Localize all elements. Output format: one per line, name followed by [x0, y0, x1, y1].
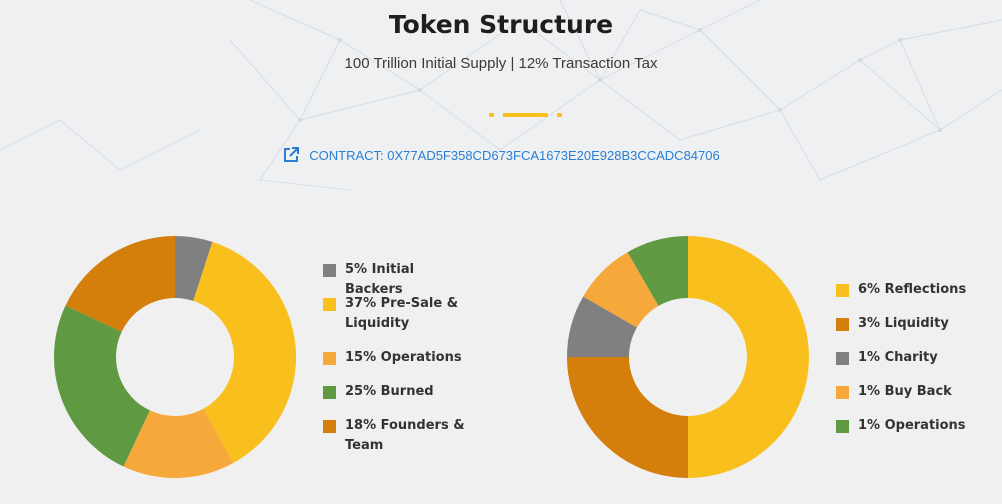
legend-item: 1% Operations — [836, 418, 966, 436]
legend-swatch — [836, 318, 849, 331]
legend-item: 1% Buy Back — [836, 384, 952, 402]
donut-slice-1 — [688, 236, 809, 478]
legend-swatch — [323, 352, 336, 365]
page-title: Token Structure — [388, 10, 614, 39]
divider-dot-left — [489, 113, 494, 117]
legend-label: 18% Founders & Team — [345, 418, 465, 453]
legend-label: 1% Charity — [858, 350, 938, 365]
legend-swatch — [836, 284, 849, 297]
legend-label: 6% Reflections — [858, 282, 967, 297]
token-distribution-donut — [54, 236, 296, 478]
legend-label: 15% Operations — [345, 350, 462, 365]
divider-bar — [503, 113, 548, 117]
legend-label: 1% Buy Back — [858, 384, 952, 399]
contract-address: CONTRACT: 0X77AD5F358CD673FCA1673E20E928… — [309, 147, 720, 163]
legend-swatch — [323, 386, 336, 399]
legend-item: 25% Burned — [323, 384, 434, 402]
legend-swatch — [836, 352, 849, 365]
divider-dot-right — [557, 113, 562, 117]
legend-label: 37% Pre-Sale & Liquidity — [345, 296, 459, 331]
external-link-icon — [284, 147, 300, 162]
legend-item: 18% Founders & Team — [323, 418, 475, 456]
legend-swatch — [323, 264, 336, 277]
legend-item: 1% Charity — [836, 350, 938, 368]
donut-slice-2 — [567, 357, 688, 478]
legend-item: 3% Liquidity — [836, 316, 949, 334]
legend-item: 37% Pre-Sale & Liquidity — [323, 296, 475, 334]
legend-swatch — [836, 420, 849, 433]
legend-label: 3% Liquidity — [858, 316, 949, 331]
legend-swatch — [323, 420, 336, 433]
legend-item: 6% Reflections — [836, 282, 966, 300]
legend-swatch — [836, 386, 849, 399]
contract-link[interactable]: CONTRACT: 0X77AD5F358CD673FCA1673E20E928… — [0, 146, 1002, 164]
legend-label: 25% Burned — [345, 384, 434, 399]
page-subtitle: 100 Trillion Initial Supply | 12% Transa… — [344, 55, 658, 72]
transaction-tax-donut — [567, 236, 809, 478]
legend-item: 15% Operations — [323, 350, 462, 368]
legend-swatch — [323, 298, 336, 311]
token-distribution-legend: 5% Initial Backers 37% Pre-Sale & Liquidi… — [323, 262, 483, 462]
transaction-tax-legend: 6% Reflections 3% Liquidity 1% Charity 1% B… — [836, 282, 996, 442]
legend-label: 1% Operations — [858, 418, 966, 433]
